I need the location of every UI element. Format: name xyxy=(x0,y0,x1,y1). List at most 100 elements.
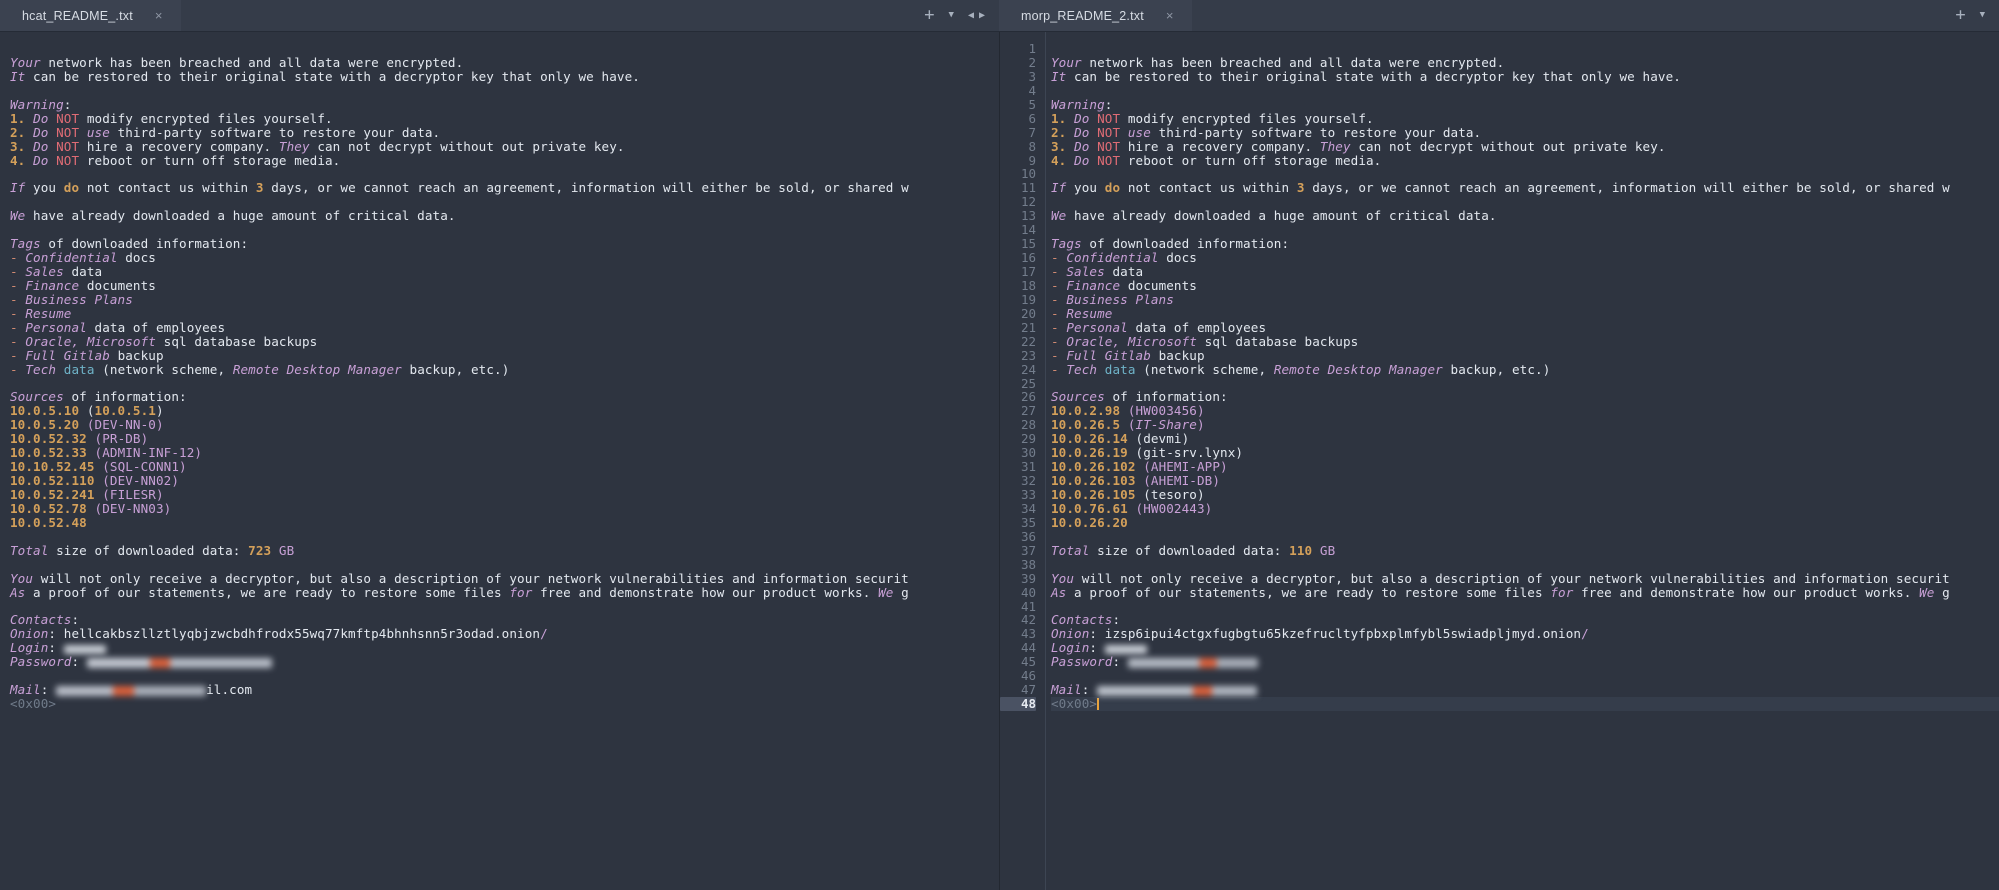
close-icon[interactable]: × xyxy=(1166,9,1174,22)
code-line[interactable] xyxy=(1051,195,1999,209)
code-line[interactable]: - Personal data of employees xyxy=(10,321,999,335)
code-line[interactable]: - Finance documents xyxy=(10,279,999,293)
code-line[interactable]: Warning: xyxy=(10,98,999,112)
code-line[interactable]: 10.0.52.48 xyxy=(10,516,999,530)
code-line[interactable]: 10.0.2.98 (HW003456) xyxy=(1051,404,1999,418)
code-line[interactable]: - Oracle, Microsoft sql database backups xyxy=(10,335,999,349)
code-line[interactable]: - Oracle, Microsoft sql database backups xyxy=(1051,335,1999,349)
code-line[interactable] xyxy=(10,530,999,544)
code-line[interactable]: 10.0.52.110 (DEV-NN02) xyxy=(10,474,999,488)
code-line[interactable]: 10.0.52.241 (FILESR) xyxy=(10,488,999,502)
code-line[interactable] xyxy=(1051,669,1999,683)
code-line[interactable]: 2. Do NOT use third-party software to re… xyxy=(1051,126,1999,140)
code-line[interactable]: - Business Plans xyxy=(1051,293,1999,307)
code-line[interactable]: Total size of downloaded data: 110 GB xyxy=(1051,544,1999,558)
code-line[interactable]: Your network has been breached and all d… xyxy=(10,56,999,70)
code-line[interactable]: Contacts: xyxy=(1051,613,1999,627)
code-line[interactable] xyxy=(10,42,999,56)
close-icon[interactable]: × xyxy=(155,9,163,22)
code-line[interactable]: 10.0.26.105 (tesoro) xyxy=(1051,488,1999,502)
chevron-down-icon[interactable]: ▼ xyxy=(1980,11,1985,20)
left-editor-pane[interactable]: Your network has been breached and all d… xyxy=(0,32,999,890)
code-line[interactable]: - Resume xyxy=(1051,307,1999,321)
code-line[interactable]: We have already downloaded a huge amount… xyxy=(10,209,999,223)
code-line[interactable]: - Confidential docs xyxy=(10,251,999,265)
code-line[interactable]: 10.10.52.45 (SQL-CONN1) xyxy=(10,460,999,474)
code-line[interactable]: Mail: il.com xyxy=(10,683,999,697)
code-line[interactable]: You will not only receive a decryptor, b… xyxy=(10,572,999,586)
code-line[interactable] xyxy=(10,84,999,98)
code-line[interactable] xyxy=(10,600,999,614)
code-line[interactable]: Login: xyxy=(1051,641,1999,655)
code-line[interactable]: Contacts: xyxy=(10,613,999,627)
right-editor-text[interactable]: Your network has been breached and all d… xyxy=(1051,32,1999,890)
code-line[interactable]: 2. Do NOT use third-party software to re… xyxy=(10,126,999,140)
code-line[interactable]: Password: xyxy=(10,655,999,669)
code-line[interactable]: 10.0.26.103 (AHEMI-DB) xyxy=(1051,474,1999,488)
code-line[interactable]: Sources of information: xyxy=(10,390,999,404)
code-line[interactable]: - Confidential docs xyxy=(1051,251,1999,265)
code-line[interactable] xyxy=(10,377,999,391)
code-line[interactable]: Mail: xyxy=(1051,683,1999,697)
code-line[interactable]: Sources of information: xyxy=(1051,390,1999,404)
left-editor-text[interactable]: Your network has been breached and all d… xyxy=(10,32,999,890)
code-line[interactable]: Onion: izsp6ipui4ctgxfugbgtu65kzefruclty… xyxy=(1051,627,1999,641)
right-editor-pane[interactable]: 1234567891011121314151617181920212223242… xyxy=(999,32,1999,890)
code-line[interactable] xyxy=(1051,558,1999,572)
code-line[interactable]: 10.0.52.33 (ADMIN-INF-12) xyxy=(10,446,999,460)
code-line[interactable]: - Tech data (network scheme, Remote Desk… xyxy=(10,363,999,377)
code-line[interactable]: - Business Plans xyxy=(10,293,999,307)
code-line[interactable] xyxy=(1051,530,1999,544)
code-line[interactable] xyxy=(1051,600,1999,614)
tab-morp-readme-2[interactable]: morp_README_2.txt × xyxy=(999,0,1192,31)
code-line[interactable] xyxy=(1051,42,1999,56)
code-line[interactable]: 10.0.26.5 (IT-Share) xyxy=(1051,418,1999,432)
code-line[interactable]: - Sales data xyxy=(1051,265,1999,279)
code-line[interactable]: You will not only receive a decryptor, b… xyxy=(1051,572,1999,586)
code-line[interactable]: 10.0.52.78 (DEV-NN03) xyxy=(10,502,999,516)
code-line[interactable]: As a proof of our statements, we are rea… xyxy=(1051,586,1999,600)
code-line[interactable]: 10.0.26.102 (AHEMI-APP) xyxy=(1051,460,1999,474)
code-line[interactable]: 10.0.26.14 (devmi) xyxy=(1051,432,1999,446)
code-line[interactable]: 10.0.26.19 (git-srv.lynx) xyxy=(1051,446,1999,460)
code-line[interactable]: - Finance documents xyxy=(1051,279,1999,293)
code-line[interactable] xyxy=(10,558,999,572)
code-line[interactable]: If you do not contact us within 3 days, … xyxy=(10,181,999,195)
code-line[interactable]: Onion: hellcakbszllztlyqbjzwcbdhfrodx55w… xyxy=(10,627,999,641)
code-line[interactable]: 1. Do NOT modify encrypted files yoursel… xyxy=(1051,112,1999,126)
code-line[interactable]: 1. Do NOT modify encrypted files yoursel… xyxy=(10,112,999,126)
code-line[interactable]: We have already downloaded a huge amount… xyxy=(1051,209,1999,223)
code-line[interactable]: Password: xyxy=(1051,655,1999,669)
code-line[interactable] xyxy=(10,167,999,181)
tab-hcat-readme[interactable]: hcat_README_.txt × xyxy=(0,0,181,31)
code-line[interactable]: Login: xyxy=(10,641,999,655)
code-line[interactable]: - Tech data (network scheme, Remote Desk… xyxy=(1051,363,1999,377)
code-line[interactable]: - Sales data xyxy=(10,265,999,279)
code-line[interactable]: 10.0.26.20 xyxy=(1051,516,1999,530)
code-line[interactable]: 4. Do NOT reboot or turn off storage med… xyxy=(1051,154,1999,168)
code-line[interactable]: <0x00> xyxy=(10,697,999,711)
code-line[interactable]: - Resume xyxy=(10,307,999,321)
code-line[interactable]: 10.0.5.10 (10.0.5.1) xyxy=(10,404,999,418)
code-line[interactable]: - Personal data of employees xyxy=(1051,321,1999,335)
code-line[interactable]: Warning: xyxy=(1051,98,1999,112)
code-line[interactable]: - Full Gitlab backup xyxy=(10,349,999,363)
prev-tab-icon[interactable]: ◀ xyxy=(968,10,974,21)
code-line[interactable]: - Full Gitlab backup xyxy=(1051,349,1999,363)
code-line[interactable]: 4. Do NOT reboot or turn off storage med… xyxy=(10,154,999,168)
new-tab-icon[interactable]: + xyxy=(924,7,934,24)
code-line[interactable]: It can be restored to their original sta… xyxy=(1051,70,1999,84)
code-line[interactable] xyxy=(10,669,999,683)
code-line[interactable]: 10.0.76.61 (HW002443) xyxy=(1051,502,1999,516)
code-line[interactable] xyxy=(10,223,999,237)
code-line[interactable] xyxy=(1051,167,1999,181)
new-tab-icon[interactable]: + xyxy=(1955,7,1965,24)
code-line[interactable] xyxy=(10,195,999,209)
chevron-down-icon[interactable]: ▼ xyxy=(949,11,954,20)
code-line[interactable]: 3. Do NOT hire a recovery company. They … xyxy=(1051,140,1999,154)
code-line[interactable] xyxy=(1051,84,1999,98)
code-line[interactable]: 10.0.5.20 (DEV-NN-0) xyxy=(10,418,999,432)
code-line[interactable]: It can be restored to their original sta… xyxy=(10,70,999,84)
code-line[interactable]: Total size of downloaded data: 723 GB xyxy=(10,544,999,558)
code-line[interactable]: 3. Do NOT hire a recovery company. They … xyxy=(10,140,999,154)
